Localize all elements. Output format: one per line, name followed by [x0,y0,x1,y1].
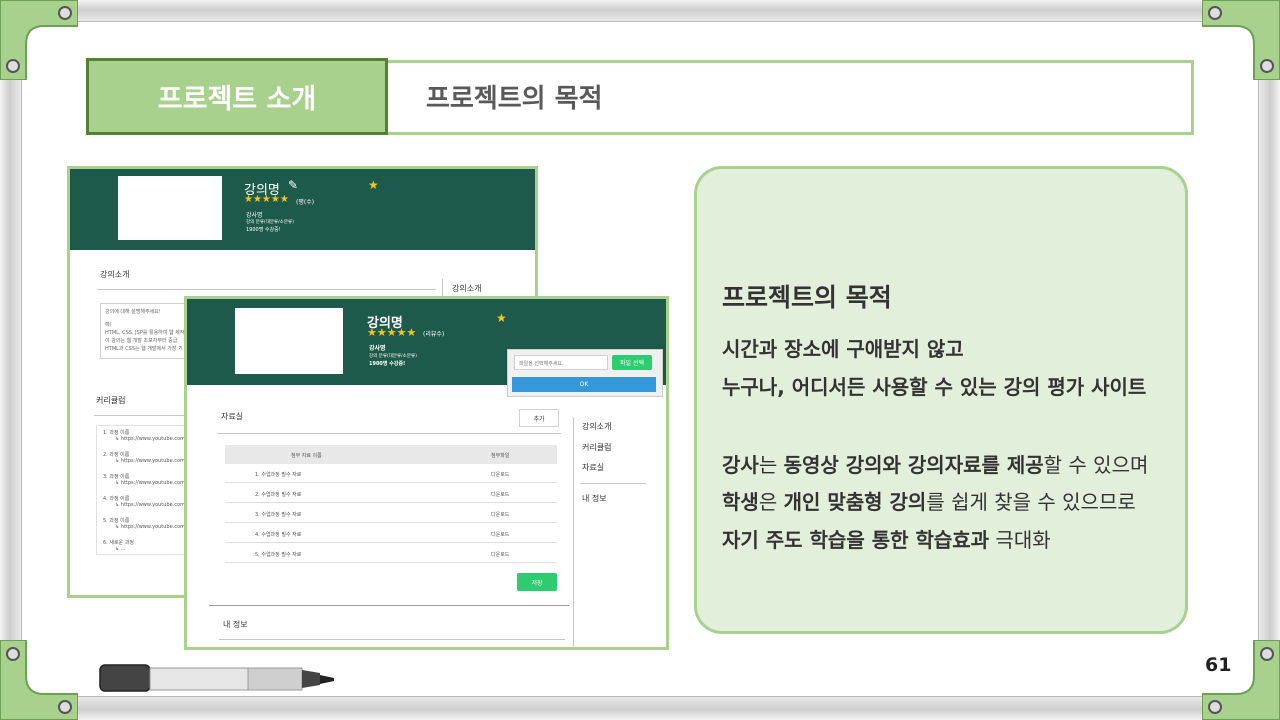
divider [97,289,436,290]
student-count: 1900명 수강중! [369,361,406,367]
table-row: 1. 수업과정 필수 자료 다운로드 [225,464,557,483]
intro-text-line: HTML, CSS, JSP를 활용하여 웹 제작 [105,330,185,336]
download-link[interactable]: 다운로드 [491,491,509,498]
divider [219,639,565,640]
table-row: 3. 수업과정 필수 자료 다운로드 [225,504,557,523]
section-title-my-info: 내 정보 [223,620,248,629]
intro-text-line: 예) [105,322,112,328]
card-line: 누구나, 어디서든 사용할 수 있는 강의 평가 사이트 [722,375,1147,399]
divider [217,433,561,434]
card-line: 시간과 장소에 구애받지 않고 [722,337,964,361]
intro-text-line: HTML과 CSS는 웹 개발에서 가장 기 [105,346,183,352]
board-frame-top [0,0,1280,22]
course-thumbnail [235,308,343,374]
card-line: 자기 주도 학습을 통한 학습효과 극대화 [722,528,1051,552]
board-frame-right [1258,0,1280,720]
divider [94,415,194,416]
review-count: (리뷰수) [423,331,445,338]
download-link[interactable]: 다운로드 [491,471,509,478]
file-select-button[interactable]: 파일 선택 [612,355,652,370]
section-tab-label: 프로젝트 소개 [157,84,317,115]
section-title-curriculum: 커리큘럼 [96,396,126,405]
marker-pen-icon [98,661,338,695]
page-number: 61 [1205,654,1232,676]
purpose-card [694,166,1188,634]
course-page-mockup-front: 강의명 ★★★★★ (리뷰수) 강사명 강의 분류(대분류/소분류) 1900명… [184,296,669,650]
card-title: 프로젝트의 목적 [722,283,892,312]
side-nav-my-info[interactable]: 내 정보 [582,493,607,504]
column-header: 첨부파일 [491,453,510,459]
table-row: 5. 수업과정 필수 자료 다운로드 [225,544,557,563]
side-nav-resources[interactable]: 자료실 [582,462,604,473]
section-title-resources: 자료실 [221,412,244,421]
review-count: (평(수) [296,199,315,206]
intro-text-line: 이 강의는 웹 개발 초보자부터 중급 [105,338,178,344]
download-link[interactable]: 다운로드 [491,511,509,518]
divider [580,483,646,484]
card-line: 학생은 개인 맞춤형 강의를 쉽게 찾을 수 있으므로 [722,490,1136,514]
section-title-intro: 강의소개 [100,270,130,279]
side-nav-intro: 강의소개 [452,284,482,293]
save-button[interactable]: 저장 [517,573,557,591]
student-count: 1900명 수강중! [246,227,281,233]
side-nav-intro[interactable]: 강의소개 [582,421,611,432]
rating-stars-icon: ★★★★★ [367,326,417,339]
pencil-icon: ✎ [288,178,299,192]
frame-corner-icon [0,639,79,720]
ok-button[interactable]: OK [512,377,656,392]
frame-corner-icon [1201,639,1280,720]
course-thumbnail [118,176,222,240]
course-category: 강의 분류(대분류/소분류) [246,220,294,225]
add-button[interactable]: 추가 [519,409,559,427]
table-row: 2. 수업과정 필수 자료 다운로드 [225,484,557,503]
upload-file-input[interactable]: 파일을 선택해주세요. [514,355,608,370]
upload-dialog: 파일을 선택해주세요. 파일 선택 OK [507,349,663,397]
board-frame-bottom [0,696,1280,720]
table-row: 4. 수업과정 필수 자료 다운로드 [225,524,557,543]
upload-placeholder: 파일을 선택해주세요. [519,361,564,367]
download-link[interactable]: 다운로드 [491,551,509,558]
page-title: 프로젝트의 목적 [426,84,603,114]
instructor-name: 강사명 [369,345,386,352]
column-header: 첨부 자료 이름 [291,453,322,459]
curriculum-list: 1. 과정 이름 ↳ https://www.youtube.com 2. 과정 … [96,425,196,555]
side-nav-curriculum[interactable]: 커리큘럼 [582,442,611,453]
table-header: 첨부 자료 이름 첨부파일 [225,445,557,464]
board-frame-left [0,0,22,720]
section-tab: 프로젝트 소개 [86,58,388,135]
instructor-name: 강사명 [246,212,263,219]
course-category: 강의 분류(대분류/소분류) [369,354,417,359]
card-line: 강사는 동영상 강의와 강의자료를 제공할 수 있으며 [722,453,1149,477]
frame-corner-icon [1201,0,1280,81]
favorite-star-icon: ★ [368,178,379,192]
frame-corner-icon [0,0,79,81]
download-link[interactable]: 다운로드 [491,531,509,538]
divider [573,417,574,647]
rating-stars-icon: ★★★★★ [244,194,289,205]
divider [209,605,569,606]
favorite-star-icon: ★ [496,311,507,325]
intro-placeholder: 강의에 대해 설명해주세요! [105,309,161,315]
